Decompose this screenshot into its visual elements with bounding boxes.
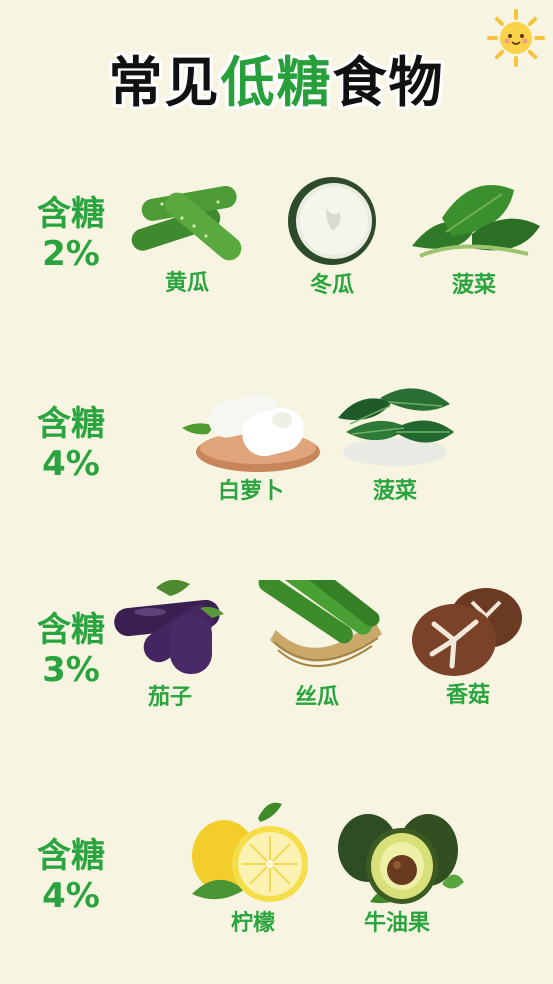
- food-name: 牛油果: [363, 911, 430, 936]
- food-name: 黄瓜: [164, 271, 209, 296]
- food-name: 冬瓜: [309, 273, 354, 298]
- avocado-icon: [338, 814, 464, 904]
- sugar-rate: 含糖 4%: [26, 404, 116, 484]
- food-item-loofah: 丝瓜: [246, 580, 388, 712]
- food-name: 柠檬: [230, 911, 275, 936]
- sugar-label: 含糖: [37, 610, 105, 650]
- sugar-row-4: 含糖 4% 柠檬 牛油果: [0, 800, 553, 950]
- food-name: 茄子: [147, 685, 192, 710]
- shiitake-icon: [412, 588, 522, 676]
- sugar-label: 含糖: [37, 404, 105, 444]
- kelp-icon: [338, 388, 454, 466]
- food-item-cucumber: 黄瓜: [122, 178, 252, 298]
- sugar-value: 4%: [42, 444, 100, 484]
- white-radish-icon: [182, 394, 320, 472]
- lemon-icon: [192, 802, 308, 902]
- sugar-label: 含糖: [37, 836, 105, 876]
- loofah-icon: [258, 580, 382, 668]
- sugar-value: 3%: [42, 650, 100, 690]
- winter-melon-icon: [288, 177, 376, 265]
- food-item-lemon: 柠檬: [188, 798, 318, 938]
- sugar-value: 2%: [42, 234, 100, 274]
- sugar-rate: 含糖 3%: [26, 610, 116, 690]
- sugar-label: 含糖: [37, 194, 105, 234]
- food-item-avocado: 牛油果: [330, 804, 464, 938]
- sugar-row-3: 含糖 3% 茄子 丝瓜 香菇: [0, 572, 553, 722]
- sugar-row-1: 含糖 2% 黄瓜 冬瓜 菠菜: [0, 160, 553, 310]
- food-item-shiitake: 香菇: [410, 582, 526, 710]
- sugar-rate: 含糖 4%: [26, 836, 116, 916]
- food-item-eggplant: 茄子: [110, 574, 230, 712]
- food-item-winter-melon: 冬瓜: [282, 174, 382, 300]
- food-item-white-radish: 白萝卜: [178, 376, 324, 506]
- sugar-value: 4%: [42, 876, 100, 916]
- cucumber-icon: [131, 185, 242, 261]
- sugar-rate: 含糖 2%: [26, 194, 116, 274]
- food-name: 菠菜: [451, 273, 496, 298]
- food-name: 菠菜: [372, 479, 417, 504]
- spinach-icon: [412, 184, 540, 258]
- sugar-row-2: 含糖 4% 白萝卜 菠菜: [0, 372, 553, 522]
- food-name: 香菇: [445, 683, 490, 708]
- title-highlight: 低糖: [220, 51, 333, 114]
- title-part2: 食物: [332, 51, 445, 114]
- food-name: 白萝卜: [217, 479, 284, 504]
- title-part1: 常见: [108, 51, 221, 114]
- eggplant-icon: [114, 579, 224, 674]
- food-name: 丝瓜: [294, 685, 339, 710]
- food-item-kelp: 菠菜: [330, 376, 460, 506]
- page-title: 常见低糖食物: [0, 48, 553, 118]
- food-item-spinach: 菠菜: [402, 168, 546, 300]
